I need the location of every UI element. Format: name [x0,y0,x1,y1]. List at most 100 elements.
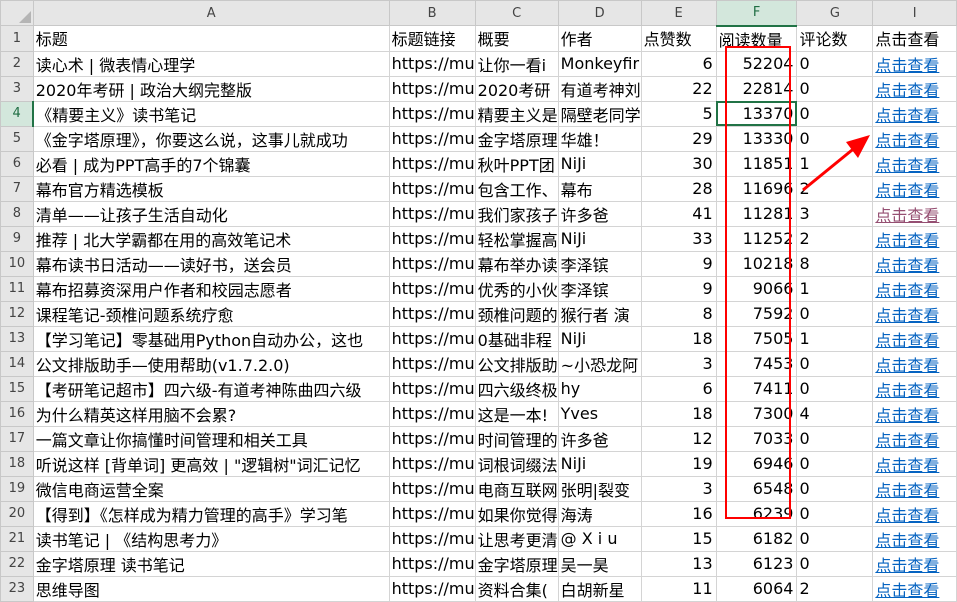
row-header[interactable]: 3 [0,75,34,102]
column-header-e[interactable]: E [640,0,717,26]
row-header[interactable]: 5 [0,125,34,152]
cell-link[interactable]: https://mu [388,325,476,352]
cell-title[interactable]: 《精要主义》读书笔记 [32,100,390,127]
cell-reads[interactable]: 7453 [715,350,798,377]
cell-author[interactable]: 幕布 [557,175,642,202]
cell-comments[interactable]: 0 [796,375,874,402]
cell-title[interactable]: 幕布读书日活动——读好书，送会员 [32,250,390,277]
cell-comments[interactable]: 0 [796,300,874,327]
header-cell-comments[interactable]: 评论数 [796,25,874,52]
cell-title[interactable]: 为什么精英这样用脑不会累? [32,400,390,427]
cell-title[interactable]: 一篇文章让你搞懂时间管理和相关工具 [32,425,390,452]
cell-likes[interactable]: 9 [640,275,717,302]
row-header[interactable]: 7 [0,175,34,202]
cell-summary[interactable]: 幕布举办读 [474,250,559,277]
cell-comments[interactable]: 2 [796,225,874,252]
cell-view-link[interactable]: 点击查看 [872,450,957,477]
cell-comments[interactable]: 0 [796,75,874,102]
cell-author[interactable]: NiJi [557,325,642,352]
cell-reads[interactable]: 7411 [715,375,798,402]
cell-view-link[interactable]: 点击查看 [872,200,957,227]
cell-view-link[interactable]: 点击查看 [872,525,957,552]
cell-author[interactable]: 许多爸 [557,200,642,227]
cell-view-link[interactable]: 点击查看 [872,125,957,152]
cell-likes[interactable]: 15 [640,525,717,552]
cell-reads[interactable]: 13370 [715,100,798,127]
cell-title[interactable]: 推荐 | 北大学霸都在用的高效笔记术 [32,225,390,252]
cell-title[interactable]: 【学习笔记】零基础用Python自动办公，这也 [32,325,390,352]
cell-link[interactable]: https://mu [388,575,476,602]
cell-link[interactable]: https://mu [388,550,476,577]
cell-title[interactable]: 读心术 | 微表情心理学 [32,50,390,77]
cell-comments[interactable]: 1 [796,275,874,302]
cell-likes[interactable]: 5 [640,100,717,127]
column-header-f[interactable]: F [715,0,798,27]
row-header[interactable]: 12 [0,300,34,327]
cell-likes[interactable]: 3 [640,475,717,502]
cell-author[interactable]: 有道考神刘 [557,75,642,102]
cell-summary[interactable]: 让你一看i [474,50,559,77]
cell-link[interactable]: https://mu [388,375,476,402]
cell-link[interactable]: https://mu [388,125,476,152]
cell-author[interactable]: hy [557,375,642,402]
column-header-a[interactable]: A [32,0,390,26]
cell-link[interactable]: https://mu [388,500,476,527]
row-header[interactable]: 22 [0,550,34,577]
cell-likes[interactable]: 33 [640,225,717,252]
cell-comments[interactable]: 0 [796,550,874,577]
cell-comments[interactable]: 2 [796,175,874,202]
cell-author[interactable]: NiJi [557,450,642,477]
cell-reads[interactable]: 22814 [715,75,798,102]
cell-author[interactable]: NiJi [557,150,642,177]
row-header[interactable]: 10 [0,250,34,277]
cell-comments[interactable]: 4 [796,400,874,427]
cell-reads[interactable]: 9066 [715,275,798,302]
cell-view-link[interactable]: 点击查看 [872,375,957,402]
cell-summary[interactable]: 公文排版助 [474,350,559,377]
cell-comments[interactable]: 0 [796,525,874,552]
cell-author[interactable]: 隔壁老同学 [557,100,642,127]
cell-likes[interactable]: 30 [640,150,717,177]
row-header[interactable]: 23 [0,575,34,602]
cell-summary[interactable]: 资料合集( [474,575,559,602]
cell-view-link[interactable]: 点击查看 [872,425,957,452]
cell-title[interactable]: 《金字塔原理》，你要这么说，这事儿就成功 [32,125,390,152]
cell-comments[interactable]: 0 [796,450,874,477]
cell-link[interactable]: https://mu [388,350,476,377]
cell-likes[interactable]: 22 [640,75,717,102]
cell-summary[interactable]: 轻松掌握高 [474,225,559,252]
row-header[interactable]: 11 [0,275,34,302]
cell-likes[interactable]: 8 [640,300,717,327]
cell-summary[interactable]: 精要主义是 [474,100,559,127]
cell-title[interactable]: 【考研笔记超市】四六级-有道考神陈曲四六级 [32,375,390,402]
cell-title[interactable]: 课程笔记-颈椎问题系统疗愈 [32,300,390,327]
cell-comments[interactable]: 0 [796,100,874,127]
cell-title[interactable]: 2020年考研 | 政治大纲完整版 [32,75,390,102]
cell-author[interactable]: 李泽镔 [557,250,642,277]
cell-comments[interactable]: 3 [796,200,874,227]
cell-likes[interactable]: 16 [640,500,717,527]
cell-summary[interactable]: 包含工作、 [474,175,559,202]
cell-summary[interactable]: 电商互联网 [474,475,559,502]
cell-comments[interactable]: 0 [796,350,874,377]
cell-reads[interactable]: 11281 [715,200,798,227]
cell-reads[interactable]: 6239 [715,500,798,527]
cell-comments[interactable]: 1 [796,325,874,352]
cell-author[interactable]: 海涛 [557,500,642,527]
cell-summary[interactable]: 我们家孩子 [474,200,559,227]
cell-view-link[interactable]: 点击查看 [872,325,957,352]
select-all-corner[interactable] [0,0,34,26]
cell-view-link[interactable]: 点击查看 [872,75,957,102]
cell-view-link[interactable]: 点击查看 [872,400,957,427]
cell-reads[interactable]: 7033 [715,425,798,452]
cell-summary[interactable]: 四六级终极 [474,375,559,402]
cell-link[interactable]: https://mu [388,400,476,427]
header-cell-view[interactable]: 点击查看 [872,25,957,52]
row-header[interactable]: 1 [0,25,34,52]
cell-title[interactable]: 思维导图 [32,575,390,602]
cell-reads[interactable]: 11851 [715,150,798,177]
cell-summary[interactable]: 金字塔原理 [474,125,559,152]
row-header[interactable]: 4 [0,100,35,127]
cell-view-link[interactable]: 点击查看 [872,275,957,302]
cell-comments[interactable]: 0 [796,500,874,527]
